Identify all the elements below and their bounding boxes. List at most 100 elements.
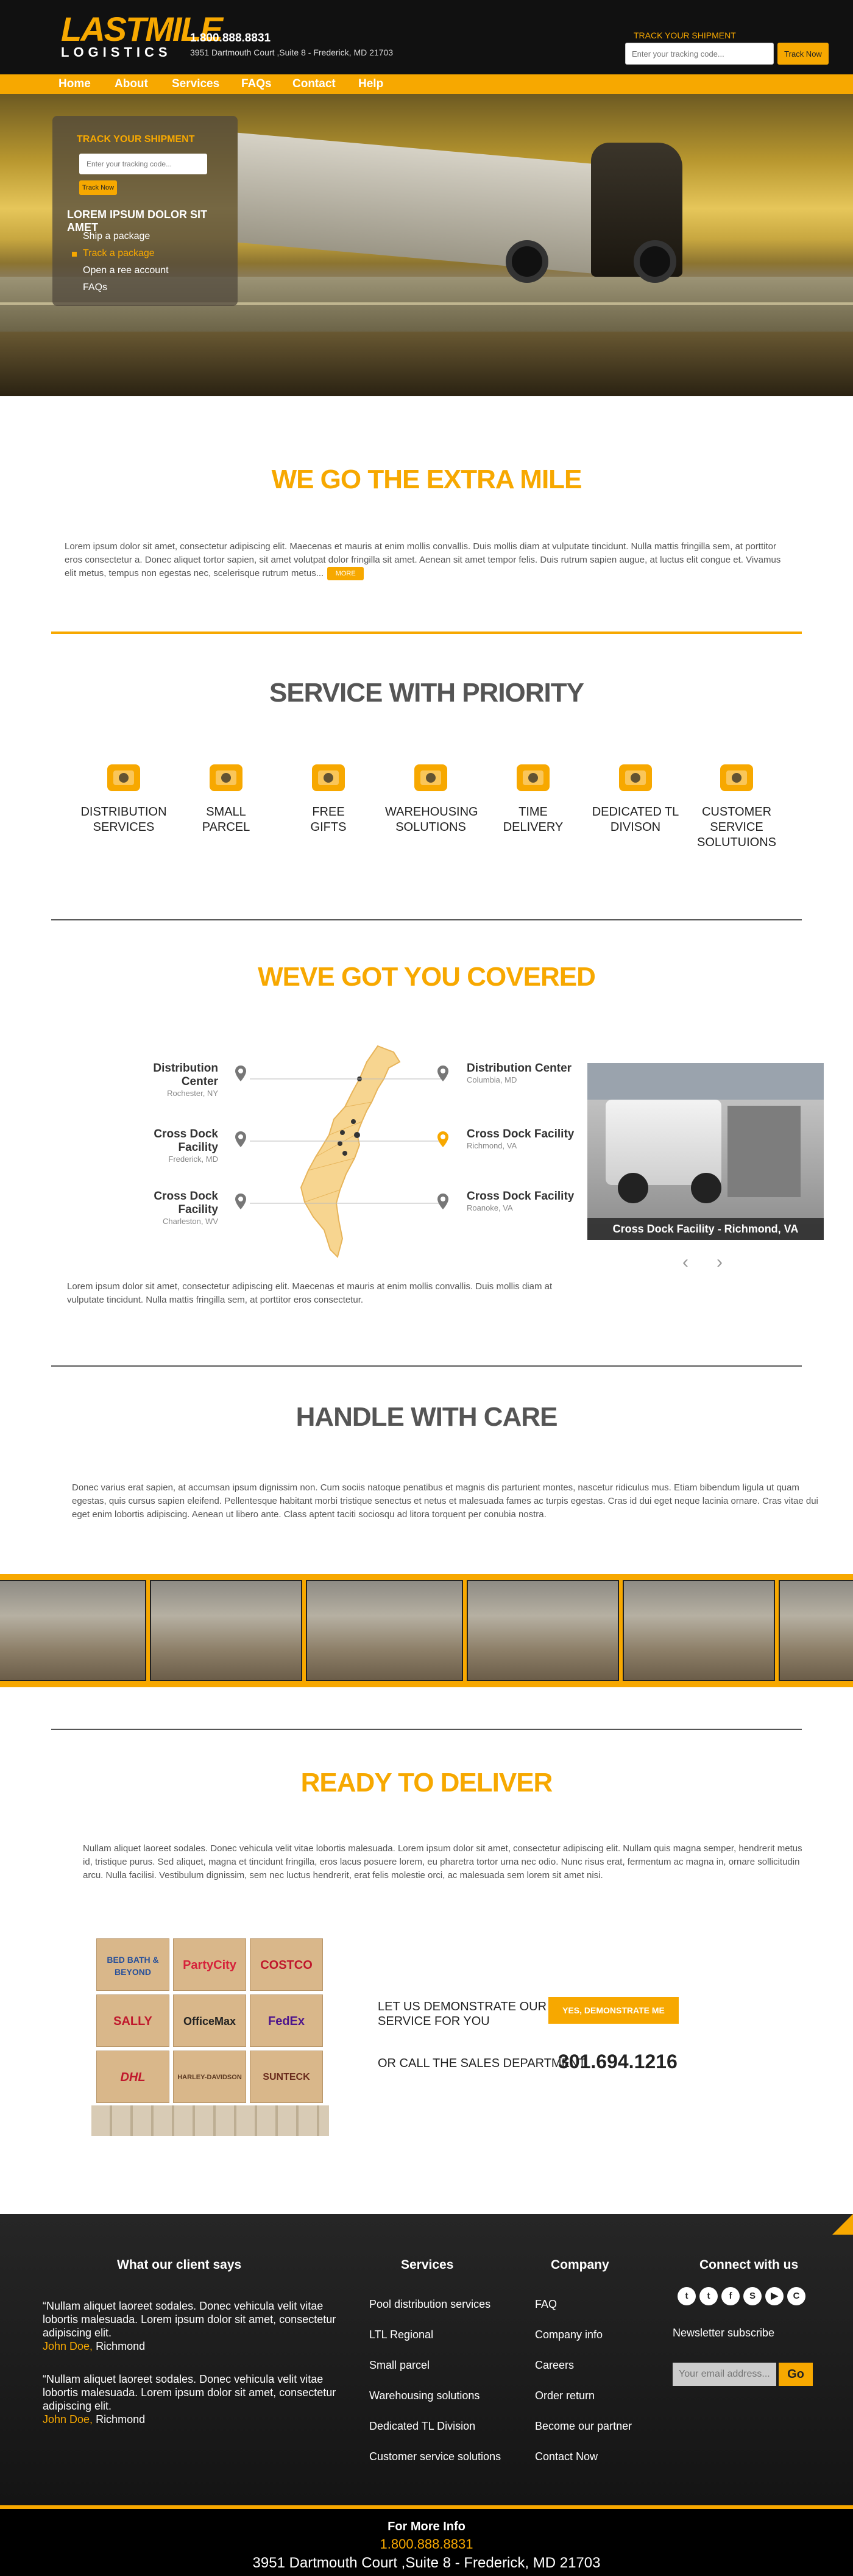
twitter-icon[interactable]: t	[678, 2287, 696, 2305]
deliver-title: READY TO DELIVER	[300, 1768, 553, 1798]
hand-truck-icon	[409, 756, 452, 799]
warehouse-photo[interactable]	[467, 1580, 619, 1681]
footer-company-link[interactable]: Contact Now	[535, 2450, 598, 2463]
map-pin-icon[interactable]	[437, 1066, 448, 1081]
partner-box: HARLEY-DAVIDSON	[173, 2051, 246, 2103]
parcel-icon	[205, 756, 247, 799]
section-divider	[51, 1365, 802, 1367]
location-roanoke[interactable]: Cross Dock Facility Roanoke, VA	[467, 1190, 574, 1212]
bottom-phone[interactable]: 1.800.888.8831	[0, 2536, 853, 2552]
nav-about[interactable]: About	[115, 74, 148, 94]
map-pin-icon[interactable]	[235, 1194, 246, 1209]
service-item[interactable]: TIME DELIVERY	[487, 756, 579, 835]
hero-link-ship[interactable]: Ship a package	[83, 228, 169, 245]
newsletter-go-button[interactable]: Go	[779, 2363, 813, 2386]
location-charleston[interactable]: Cross Dock Facility Charleston, WV	[129, 1190, 218, 1226]
prev-arrow-icon[interactable]: ‹	[682, 1252, 688, 1273]
location-frederick[interactable]: Cross Dock Facility Frederick, MD	[129, 1128, 218, 1164]
photo-wheel	[618, 1173, 648, 1203]
service-item[interactable]: DISTRIBUTION SERVICES	[78, 756, 169, 835]
location-place: Roanoke, VA	[467, 1203, 513, 1212]
hero-track-title: TRACK YOUR SHIPMENT	[77, 134, 195, 144]
truck-wheel-icon	[634, 240, 676, 283]
skype-icon[interactable]: S	[743, 2287, 762, 2305]
warehouse-photo[interactable]	[150, 1580, 302, 1681]
header-track-button[interactable]: Track Now	[777, 43, 829, 65]
footer-company-link[interactable]: Careers	[535, 2359, 574, 2372]
nav-home[interactable]: Home	[58, 74, 91, 94]
truck-trailer-image	[238, 132, 603, 275]
location-richmond[interactable]: Cross Dock Facility Richmond, VA	[467, 1128, 574, 1150]
site-footer: What our client says “Nullam aliquet lao…	[0, 2214, 853, 2505]
testimonial: “Nullam aliquet laoreet sodales. Donec v…	[43, 2372, 359, 2426]
map-connector-lines	[250, 1078, 445, 1204]
service-item[interactable]: SMALL PARCEL	[180, 756, 272, 835]
hero-tracking-input[interactable]	[79, 154, 207, 174]
partner-box: BED BATH & BEYOND	[96, 1938, 169, 1991]
footer-service-link[interactable]: Dedicated TL Division	[369, 2420, 475, 2433]
footer-service-link[interactable]: Warehousing solutions	[369, 2389, 480, 2402]
location-name: Cross Dock Facility	[467, 1190, 575, 1203]
warehouse-photo[interactable]	[0, 1580, 146, 1681]
location-rochester[interactable]: Distribution Center Rochester, NY	[129, 1062, 218, 1098]
demonstrate-button[interactable]: YES, DEMONSTRATE ME	[548, 1997, 679, 2024]
main-nav: Home About Services FAQs Contact Help	[0, 74, 853, 94]
hero-link-account[interactable]: Open a ree account	[83, 262, 169, 279]
footer-company-link[interactable]: Become our partner	[535, 2420, 632, 2433]
connect-title: Connect with us	[699, 2258, 799, 2272]
service-item[interactable]: CUSTOMER SERVICE SOLUTUIONS	[691, 756, 782, 850]
nav-contact[interactable]: Contact	[292, 74, 336, 94]
service-label: SOLUTIONS	[395, 820, 466, 834]
next-arrow-icon[interactable]: ›	[717, 1252, 723, 1273]
facebook-icon[interactable]: f	[721, 2287, 740, 2305]
warehouse-photo[interactable]	[306, 1580, 463, 1681]
hero-banner: TRACK YOUR SHIPMENT Track Now LOREM IPSU…	[0, 94, 853, 396]
map-pin-icon[interactable]	[437, 1194, 448, 1209]
more-button[interactable]: MORE	[327, 567, 364, 581]
hero-track-button[interactable]: Track Now	[79, 180, 117, 195]
service-label: SOLUTUIONS	[696, 836, 777, 849]
footer-company-link[interactable]: Order return	[535, 2389, 595, 2402]
service-item[interactable]: DEDICATED TL DIVISON	[590, 756, 681, 835]
footer-company-link[interactable]: Company info	[535, 2329, 603, 2341]
bottom-address: 3951 Dartmouth Court ,Suite 8 - Frederic…	[252, 2555, 601, 2571]
testimonial: “Nullam aliquet laoreet sodales. Donec v…	[43, 2299, 359, 2353]
map-pin-icon[interactable]	[235, 1131, 246, 1147]
section-divider	[51, 919, 802, 920]
hero-link-faqs[interactable]: FAQs	[83, 279, 169, 296]
header-tracking-input[interactable]	[625, 43, 774, 65]
location-place: Charleston, WV	[162, 1217, 218, 1226]
photo-wall	[587, 1063, 824, 1100]
footer-service-link[interactable]: Customer service solutions	[369, 2450, 501, 2463]
header-address: 3951 Dartmouth Court ,Suite 8 - Frederic…	[190, 48, 394, 57]
tumblr-icon[interactable]: t	[699, 2287, 718, 2305]
warehouse-photo[interactable]	[623, 1580, 775, 1681]
partner-boxes: BED BATH & BEYOND PartyCity COSTCO SALLY…	[91, 1938, 329, 2140]
location-columbia[interactable]: Distribution Center Columbia, MD	[467, 1062, 572, 1084]
magnifier-icon	[614, 756, 657, 799]
warehouse-photo[interactable]	[779, 1580, 853, 1681]
service-label: DELIVERY	[503, 820, 564, 834]
service-item[interactable]: WAREHOUSING SOLUTIONS	[385, 756, 478, 835]
location-place: Richmond, VA	[467, 1141, 517, 1150]
map-pin-active-icon[interactable]	[437, 1131, 448, 1147]
header-phone[interactable]: 1.800.888.8831	[190, 32, 271, 45]
footer-company-link[interactable]: FAQ	[535, 2298, 557, 2311]
youtube-icon[interactable]: ▶	[765, 2287, 784, 2305]
footer-service-link[interactable]: LTL Regional	[369, 2329, 433, 2341]
location-name: Distribution Center	[153, 1062, 218, 1088]
nav-services[interactable]: Services	[172, 74, 219, 94]
nav-help[interactable]: Help	[358, 74, 383, 94]
footer-service-link[interactable]: Small parcel	[369, 2359, 430, 2372]
share-icon[interactable]: C	[787, 2287, 805, 2305]
footer-service-link[interactable]: Pool distribution services	[369, 2298, 490, 2311]
hero-link-track[interactable]: Track a package	[72, 245, 169, 262]
footer-corner	[832, 2214, 853, 2235]
map-pin-icon[interactable]	[235, 1066, 246, 1081]
newsletter-email-input[interactable]	[673, 2363, 776, 2386]
nav-faqs[interactable]: FAQs	[241, 74, 272, 94]
service-item[interactable]: FREE GIFTS	[283, 756, 374, 835]
sales-phone[interactable]: 301.694.1216	[558, 2051, 678, 2073]
site-header: LASTMILE LOGISTICS 1.800.888.8831 3951 D…	[0, 0, 853, 74]
service-label: GIFTS	[310, 820, 347, 834]
